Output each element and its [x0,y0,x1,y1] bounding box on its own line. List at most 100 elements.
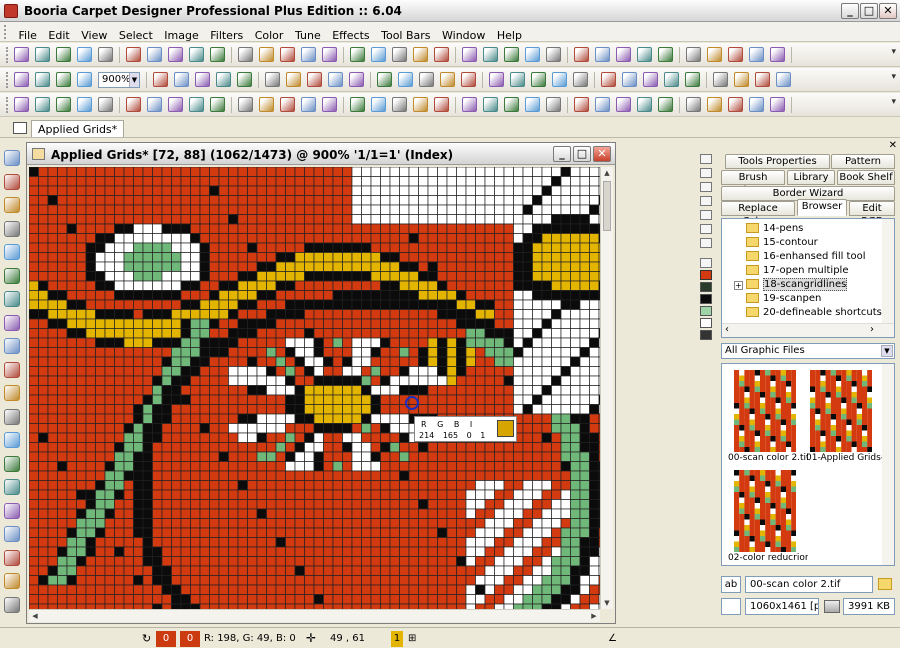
thumbnail-image[interactable] [734,370,796,452]
toolbar-tool-icon[interactable] [573,72,588,87]
palette-swatch[interactable] [700,294,712,304]
menu-file[interactable]: File [15,26,41,42]
toolbar-tool-icon[interactable] [685,72,700,87]
toolbar-tool-icon[interactable] [483,97,498,112]
vertical-scroll-thumb[interactable] [603,181,611,231]
toolbar-tool-icon[interactable] [307,72,322,87]
toolbar-tool-icon[interactable] [195,72,210,87]
toolbar-tool-icon[interactable] [770,97,785,112]
toolbar-tool-icon[interactable] [552,72,567,87]
tab-applied-grids[interactable]: Applied Grids* [31,120,125,137]
toolbar-tool-icon[interactable] [601,72,616,87]
toolbar-tool-icon[interactable] [174,72,189,87]
toolbar-tool-icon[interactable] [77,47,92,62]
menu-edit[interactable]: Edit [44,26,73,42]
tree-item[interactable]: 20-defineable shortcuts [746,307,882,321]
tree-item[interactable]: 14-pens [746,223,803,237]
toolbar-tool-icon[interactable] [238,47,253,62]
toolbar-tool-icon[interactable] [419,72,434,87]
tool-icon[interactable] [4,314,20,331]
thumbnail-image[interactable] [734,470,796,552]
toolbar-tool-icon[interactable] [504,47,519,62]
toolbar-tool-icon[interactable] [301,47,316,62]
toolbar-tool-icon[interactable] [637,97,652,112]
panel-icon[interactable] [700,238,712,248]
toolbar-tool-icon[interactable] [147,97,162,112]
toolbar-tool-icon[interactable] [776,72,791,87]
toolbar-tool-icon[interactable] [413,47,428,62]
toolbar-tool-icon[interactable] [770,47,785,62]
scroll-right-icon[interactable]: › [870,324,874,335]
toolbar-tool-icon[interactable] [461,72,476,87]
toolbar-tool-icon[interactable] [546,47,561,62]
toolbar-tool-icon[interactable] [483,47,498,62]
toolbar-tool-icon[interactable] [398,72,413,87]
tool-icon[interactable] [4,244,20,260]
toolbar-tool-icon[interactable] [525,97,540,112]
tree-item[interactable]: 15-contour [746,237,818,251]
doc-minimize-button[interactable]: _ [553,146,571,162]
toolbar-tool-icon[interactable] [210,47,225,62]
tool-icon[interactable] [4,502,20,519]
toolbar-tool-icon[interactable] [686,97,701,112]
scroll-right-icon[interactable]: ▶ [588,610,600,622]
tool-icon[interactable] [4,291,20,307]
toolbar-tool-icon[interactable] [749,47,764,62]
toolbar-tool-icon[interactable] [153,72,168,87]
toolbar-tool-icon[interactable] [574,47,589,62]
toolbar-tool-icon[interactable] [637,47,652,62]
panel-icon[interactable] [700,224,712,234]
tool-icon[interactable] [4,361,20,378]
folder-tree[interactable]: 14-pens 15-contour 16-enhansed fill tool… [721,218,895,338]
toolbar-tool-icon[interactable] [126,47,141,62]
tree-item[interactable]: 17-open multiple [746,265,849,279]
toolbar-tool-icon[interactable] [259,97,274,112]
panel-icon[interactable] [700,210,712,220]
tab-list-icon[interactable] [13,122,27,134]
panel-icon[interactable] [700,196,712,206]
toolbar-tool-icon[interactable] [56,72,71,87]
toolbar-tool-icon[interactable] [525,47,540,62]
tool-icon[interactable] [4,596,20,613]
toolbar-tool-icon[interactable] [713,72,728,87]
scroll-left-icon[interactable]: ‹ [725,324,729,335]
toolbar-tool-icon[interactable] [98,97,113,112]
toolbar-tool-icon[interactable] [595,97,610,112]
toolbar-tool-icon[interactable] [56,47,71,62]
thumbnail-browser[interactable]: 00-scan color 2.tif 01-Applied Grids-m 0… [721,363,895,566]
toolbar-tool-icon[interactable] [434,47,449,62]
panel-icon[interactable] [700,154,712,164]
toolbar-tool-icon[interactable] [35,47,50,62]
toolbar-overflow-icon[interactable]: ▾ [891,72,896,82]
zoom-select[interactable]: 900% ▼ [98,72,140,88]
doc-maximize-button[interactable]: □ [573,146,591,162]
toolbar-tool-icon[interactable] [595,47,610,62]
toolbar-tool-icon[interactable] [126,97,141,112]
menu-view[interactable]: View [77,26,111,42]
toolbar-tool-icon[interactable] [322,47,337,62]
tab-library[interactable]: Library [787,170,835,185]
tool-icon[interactable] [4,267,20,284]
toolbar-tool-icon[interactable] [755,72,770,87]
scroll-up-icon[interactable]: ▲ [601,167,613,179]
toolbar-tool-icon[interactable] [749,97,764,112]
toolbar-tool-icon[interactable] [77,97,92,112]
tool-icon[interactable] [4,432,20,448]
toolbar-tool-icon[interactable] [147,47,162,62]
toolbar-tool-icon[interactable] [371,47,386,62]
toolbar-tool-icon[interactable] [616,47,631,62]
tab-pattern[interactable]: Pattern [831,154,895,169]
toolbar-tool-icon[interactable] [56,97,71,112]
toolbar-tool-icon[interactable] [440,72,455,87]
menu-select[interactable]: Select [115,26,157,42]
chevron-down-icon[interactable]: ▼ [129,73,139,87]
toolbar-tool-icon[interactable] [189,47,204,62]
tool-icon[interactable] [4,573,20,589]
toolbar-tool-icon[interactable] [14,72,29,87]
toolbar-tool-icon[interactable] [349,72,364,87]
tree-item[interactable]: 16-enhansed fill tool [746,251,866,265]
menu-tune[interactable]: Tune [291,26,325,42]
panel-icon[interactable] [700,168,712,178]
toolbar-overflow-icon[interactable]: ▾ [891,47,896,57]
toolbar-tool-icon[interactable] [280,97,295,112]
